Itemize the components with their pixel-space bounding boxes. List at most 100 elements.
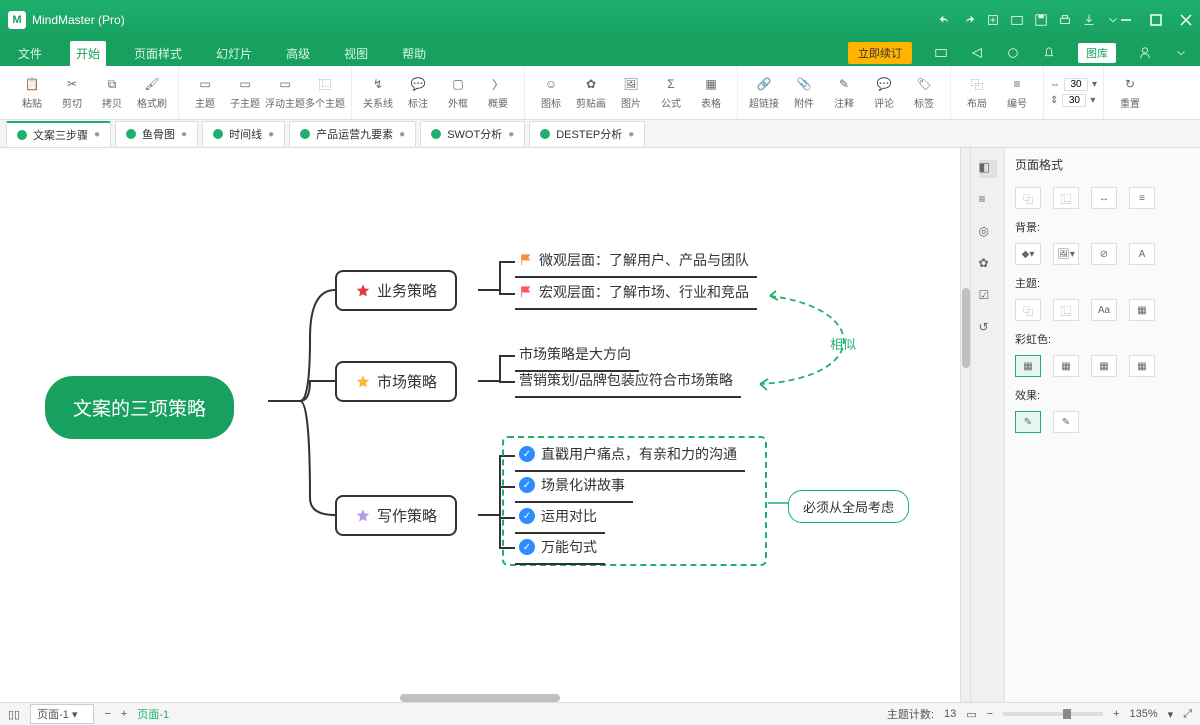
effect-handdrawn[interactable]: ✎ bbox=[1015, 411, 1041, 433]
outline-toggle-icon[interactable]: ▯▯ bbox=[8, 708, 20, 721]
page-prev-icon[interactable]: − bbox=[104, 708, 110, 720]
menu-file[interactable]: 文件 bbox=[12, 41, 48, 66]
branch-node-1[interactable]: 业务策略 bbox=[335, 270, 457, 311]
layout-opt[interactable]: ⿺ bbox=[1053, 187, 1079, 209]
rainbow-opt-2[interactable]: ▦ bbox=[1053, 355, 1079, 377]
menu-view[interactable]: 视图 bbox=[338, 41, 374, 66]
summary-button[interactable]: 〉概要 bbox=[478, 69, 518, 117]
boundary-button[interactable]: ▢外框 bbox=[438, 69, 478, 117]
zoom-dropdown-icon[interactable]: ▾ bbox=[1168, 708, 1174, 721]
multi-topic-button[interactable]: ⿺多个主题 bbox=[305, 69, 345, 117]
bg-image-picker[interactable]: 🖼▾ bbox=[1053, 243, 1079, 265]
root-node[interactable]: 文案的三项策略 bbox=[45, 376, 234, 439]
gallery-button[interactable]: 图库 bbox=[1078, 43, 1116, 63]
doc-tab-3[interactable]: 产品运营九要素● bbox=[289, 121, 416, 146]
paste-button[interactable]: 📋粘贴 bbox=[12, 69, 52, 117]
doc-tab-2[interactable]: 时间线● bbox=[202, 121, 285, 146]
theme-color[interactable]: ▦ bbox=[1129, 299, 1155, 321]
renew-button[interactable]: 立即续订 bbox=[848, 42, 912, 64]
save-icon[interactable] bbox=[1034, 13, 1048, 27]
doc-tab-1[interactable]: 鱼骨图● bbox=[115, 121, 198, 146]
export-icon[interactable] bbox=[1082, 13, 1096, 27]
copy-button[interactable]: ⧉拷贝 bbox=[92, 69, 132, 117]
format-tab-icon[interactable]: ◧ bbox=[979, 160, 997, 178]
theme-opt[interactable]: ⿺ bbox=[1053, 299, 1079, 321]
page-select[interactable]: 页面-1 ▾ bbox=[30, 704, 94, 724]
reset-button[interactable]: ↻重置 bbox=[1110, 69, 1150, 117]
chevron-down-icon[interactable] bbox=[1174, 46, 1188, 60]
numbering-button[interactable]: ≡编号 bbox=[997, 69, 1037, 117]
leaf-b1-0[interactable]: 微观层面：了解用户、产品与团队 bbox=[515, 246, 757, 278]
layout-opt[interactable]: ↔ bbox=[1091, 187, 1117, 209]
page-add-icon[interactable]: + bbox=[121, 708, 127, 720]
rainbow-opt-4[interactable]: ▦ bbox=[1129, 355, 1155, 377]
formula-button[interactable]: Σ公式 bbox=[651, 69, 691, 117]
theme-font[interactable]: Aa bbox=[1091, 299, 1117, 321]
rainbow-opt-3[interactable]: ▦ bbox=[1091, 355, 1117, 377]
relation-label[interactable]: 相似 bbox=[830, 334, 856, 353]
doc-tab-0[interactable]: 文案三步骤● bbox=[6, 121, 111, 147]
rainbow-opt-1[interactable]: ▦ bbox=[1015, 355, 1041, 377]
effect-shadow[interactable]: ✎ bbox=[1053, 411, 1079, 433]
leaf-b3-3[interactable]: ✓万能句式 bbox=[515, 533, 605, 565]
history-tab-icon[interactable]: ↺ bbox=[979, 320, 997, 338]
layout-button[interactable]: ⿻布局 bbox=[957, 69, 997, 117]
bg-color-picker[interactable]: ◆▾ bbox=[1015, 243, 1041, 265]
close-icon[interactable] bbox=[1180, 14, 1192, 26]
open-icon[interactable] bbox=[1010, 13, 1024, 27]
topic-button[interactable]: ▭主题 bbox=[185, 69, 225, 117]
fullscreen-icon[interactable]: ⤢ bbox=[1183, 708, 1192, 721]
comment-button[interactable]: 💬评论 bbox=[864, 69, 904, 117]
leaf-b3-1[interactable]: ✓场景化讲故事 bbox=[515, 471, 633, 503]
h-spacing-input[interactable] bbox=[1064, 78, 1088, 91]
cut-button[interactable]: ✂剪切 bbox=[52, 69, 92, 117]
leaf-b3-0[interactable]: ✓直戳用户痛点，有亲和力的沟通 bbox=[515, 440, 745, 472]
menu-slide[interactable]: 幻灯片 bbox=[210, 41, 258, 66]
menu-help[interactable]: 帮助 bbox=[396, 41, 432, 66]
format-painter-button[interactable]: 🖌格式刷 bbox=[132, 69, 172, 117]
subtopic-button[interactable]: ▭子主题 bbox=[225, 69, 265, 117]
task-tab-icon[interactable]: ☑ bbox=[979, 288, 997, 306]
outline-tab-icon[interactable]: ≡ bbox=[979, 192, 997, 210]
leaf-b3-2[interactable]: ✓运用对比 bbox=[515, 502, 605, 534]
sync-icon[interactable] bbox=[1006, 46, 1020, 60]
note-button[interactable]: ✎注释 bbox=[824, 69, 864, 117]
maximize-icon[interactable] bbox=[1150, 14, 1162, 26]
branch-node-3[interactable]: 写作策略 bbox=[335, 495, 457, 536]
layout-opt[interactable]: ⿻ bbox=[1015, 187, 1041, 209]
icons-tab-icon[interactable]: ◎ bbox=[979, 224, 997, 242]
zoom-out-icon[interactable]: − bbox=[987, 708, 993, 720]
callout-node[interactable]: 必须从全局考虑 bbox=[788, 490, 909, 523]
doc-tab-4[interactable]: SWOT分析● bbox=[420, 121, 525, 146]
cloud-icon[interactable] bbox=[934, 46, 948, 60]
leaf-b1-1[interactable]: 宏观层面：了解市场、行业和竞品 bbox=[515, 278, 757, 310]
bg-watermark[interactable]: A bbox=[1129, 243, 1155, 265]
more-icon[interactable] bbox=[1106, 13, 1120, 27]
branch-node-2[interactable]: 市场策略 bbox=[335, 361, 457, 402]
fit-page-icon[interactable]: ▭ bbox=[966, 708, 976, 721]
undo-icon[interactable] bbox=[938, 13, 952, 27]
menu-pagestyle[interactable]: 页面样式 bbox=[128, 41, 188, 66]
v-spacing-input[interactable] bbox=[1062, 94, 1086, 107]
redo-icon[interactable] bbox=[962, 13, 976, 27]
leaf-b2-1[interactable]: 营销策划/品牌包装应符合市场策略 bbox=[515, 366, 741, 398]
hyperlink-button[interactable]: 🔗超链接 bbox=[744, 69, 784, 117]
relation-button[interactable]: ↯关系线 bbox=[358, 69, 398, 117]
zoom-in-icon[interactable]: + bbox=[1113, 708, 1119, 720]
table-button[interactable]: ▦表格 bbox=[691, 69, 731, 117]
clipart-button[interactable]: ✿剪贴画 bbox=[571, 69, 611, 117]
vertical-scrollbar[interactable] bbox=[960, 148, 970, 702]
doc-tab-5[interactable]: DESTEP分析● bbox=[529, 121, 645, 146]
horizontal-scrollbar[interactable] bbox=[400, 694, 560, 702]
floating-topic-button[interactable]: ▭浮动主题 bbox=[265, 69, 305, 117]
bg-remove[interactable]: ⊘ bbox=[1091, 243, 1117, 265]
clipart-tab-icon[interactable]: ✿ bbox=[979, 256, 997, 274]
attachment-button[interactable]: 📎附件 bbox=[784, 69, 824, 117]
tab-close-icon[interactable]: ● bbox=[94, 129, 100, 140]
zoom-slider[interactable] bbox=[1003, 712, 1103, 716]
menu-advanced[interactable]: 高级 bbox=[280, 41, 316, 66]
share-icon[interactable] bbox=[970, 46, 984, 60]
user-icon[interactable] bbox=[1138, 46, 1152, 60]
menu-start[interactable]: 开始 bbox=[70, 41, 106, 66]
canvas[interactable]: 文案的三项策略 业务策略 微观层面：了解用户、产品与团队 宏观层面：了解市场、行… bbox=[0, 148, 960, 702]
